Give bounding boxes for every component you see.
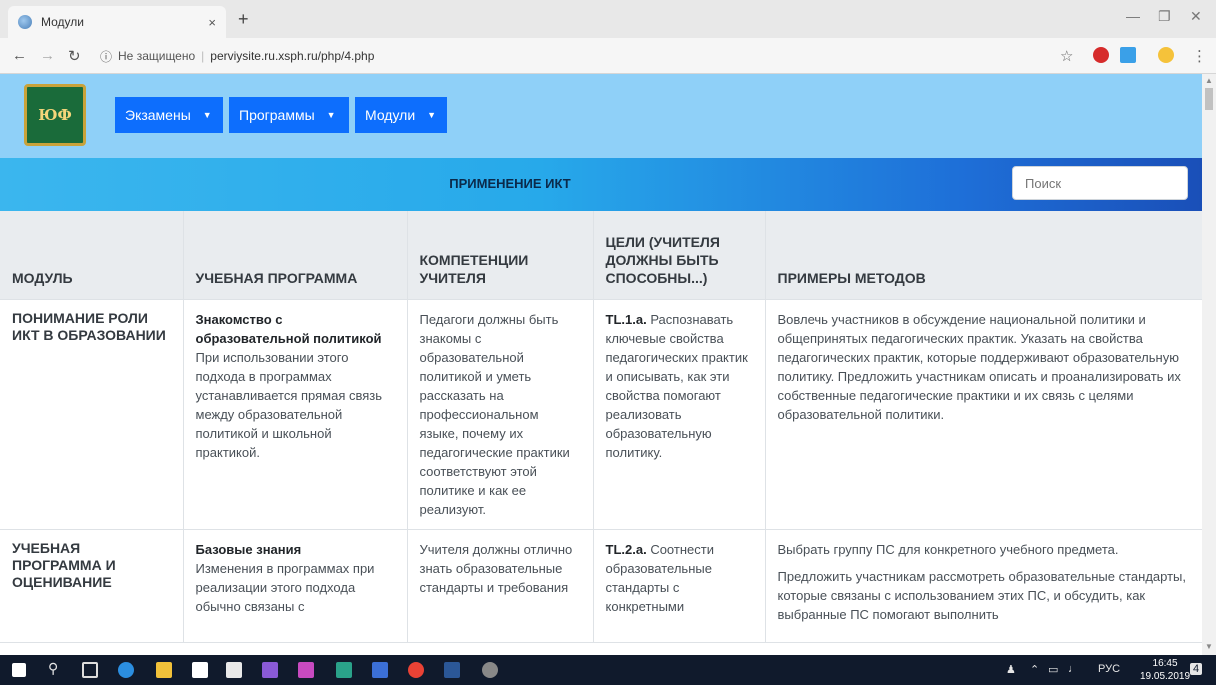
window-close-icon[interactable]: ✕ [1190,8,1202,25]
method-text: Выбрать группу ПС для конкретного учебно… [777,541,1119,557]
column-header: Учебная программа [183,211,408,300]
reload-icon[interactable]: ↻ [68,47,81,65]
security-label: Не защищено [118,49,196,63]
column-header: Примеры методов [765,211,1202,300]
menu-dots-icon[interactable]: ⋮ [1192,47,1207,65]
restore-icon[interactable]: ❐ [1158,8,1171,25]
scroll-up-icon[interactable]: ▲ [1205,76,1213,85]
menu-modules[interactable]: Модули ▼ [355,97,447,133]
logo-emblem[interactable]: ЮФ [24,84,86,146]
goal-code: TL.2.a. [605,541,647,557]
back-icon[interactable]: ← [12,47,27,64]
phpstorm-icon[interactable] [298,662,314,678]
notification-badge[interactable]: 4 [1190,663,1203,675]
page-title-bar: ПРИМЕНЕНИЕ ИКТ [0,158,1202,211]
clock-date: 19.05.2019 [1140,671,1191,682]
address-bar-row: ← → ↻ ⓘ Не защищено | perviysite.ru.xsph… [0,38,1216,74]
menu-programs[interactable]: Программы ▼ [229,97,349,133]
menu-programs-label: Программы [239,107,315,123]
method-text: Вовлечь участников в обсуждение национал… [777,311,1181,422]
windows-start-icon[interactable] [12,663,26,677]
volume-icon[interactable]: ♩ [1068,663,1079,675]
bookmark-star-icon[interactable]: ☆ [1060,47,1073,65]
program-text: Изменения в программах при реализации эт… [195,560,375,614]
language-indicator[interactable]: РУС [1098,663,1120,675]
tab-title: Модули [41,15,84,29]
chrome-icon[interactable] [408,662,424,678]
profile-avatar-icon[interactable] [1158,47,1174,63]
program-cell: Базовые знания Изменения в программах пр… [183,529,408,643]
caret-down-icon: ▼ [427,110,437,120]
competence-cell: Учителя должны отлично знать образовател… [407,529,594,643]
new-tab-button[interactable]: + [238,9,249,30]
os-taskbar: ⚲ ♟ ⌃ ▭ ♩ РУС 16:45 19.05.2019 4 [0,655,1216,685]
forward-icon[interactable]: → [40,47,55,64]
visual-studio-icon[interactable] [262,662,278,678]
search-input[interactable] [1012,166,1188,200]
menu-exams-label: Экзамены [125,107,191,123]
table-header-row: Модуль Учебная программа Компетенции учи… [0,211,1202,300]
column-header: Компетенции учителя [407,211,594,300]
table-row: Понимание роли ИКТ в образовании Знакомс… [0,299,1202,530]
app-icon[interactable] [336,662,352,678]
paint-icon[interactable] [482,662,498,678]
globe-icon [18,15,32,29]
word-icon[interactable] [444,662,460,678]
site-header: ЮФ Экзамены ▼ Программы ▼ Модули ▼ [0,74,1202,158]
search-icon[interactable]: ⚲ [48,660,58,677]
close-tab-icon[interactable]: × [208,15,216,30]
method-text: Предложить участникам рассмотреть образо… [777,568,1186,622]
task-view-icon[interactable] [82,662,98,678]
page-viewport: ЮФ Экзамены ▼ Программы ▼ Модули ▼ ПРИМЕ… [0,74,1202,655]
table-row: Учебная программа и оценивание Базовые з… [0,529,1202,643]
menu-exams[interactable]: Экзамены ▼ [115,97,223,133]
browser-tab-strip: Модули × + — ❐ ✕ [0,0,1216,38]
modules-table: Модуль Учебная программа Компетенции учи… [0,211,1202,643]
people-icon[interactable]: ♟ [1006,663,1016,676]
competence-cell: Педагоги должны быть знакомы с образоват… [407,299,594,530]
separator: | [201,49,205,63]
url-field[interactable]: ⓘ Не защищено | perviysite.ru.xsph.ru/ph… [100,44,1100,68]
page-title: ПРИМЕНЕНИЕ ИКТ [449,176,571,191]
methods-cell: Выбрать группу ПС для конкретного учебно… [765,529,1202,643]
tray-chevron-icon[interactable]: ⌃ [1030,663,1039,676]
browser-tab[interactable]: Модули × [8,6,226,38]
mail-icon[interactable] [192,662,208,678]
caret-down-icon: ▼ [202,110,212,120]
page-scrollbar[interactable]: ▲ ▼ [1202,74,1216,655]
app-icon[interactable] [372,662,388,678]
goal-cell: TL.1.a. Распознавать ключевые свойства п… [593,299,766,530]
network-icon[interactable]: ▭ [1048,663,1058,676]
clock-time: 16:45 [1152,658,1178,669]
program-cell: Знакомство с образовательной политикой П… [183,299,408,530]
store-icon[interactable] [226,662,242,678]
extension-play-icon[interactable] [1120,47,1136,63]
minimize-icon[interactable]: — [1126,8,1140,24]
caret-down-icon: ▼ [326,110,336,120]
adblock-icon[interactable] [1093,47,1109,63]
edge-browser-icon[interactable] [118,662,134,678]
goal-text: Распознавать ключевые свойства педагогич… [605,311,748,460]
goal-cell: TL.2.a. Соотнести образовательные станда… [593,529,766,643]
scroll-thumb[interactable] [1205,88,1213,110]
program-title: Знакомство с образовательной политикой [195,311,382,346]
column-header: Модуль [0,211,184,300]
program-title: Базовые знания [195,541,302,557]
module-cell: Учебная программа и оценивание [0,529,184,643]
menu-modules-label: Модули [365,107,416,123]
goal-code: TL.1.a. [605,311,647,327]
scroll-down-icon[interactable]: ▼ [1205,642,1213,651]
module-cell: Понимание роли ИКТ в образовании [0,299,184,530]
url-text: perviysite.ru.xsph.ru/php/4.php [210,49,375,63]
clock[interactable]: 16:45 19.05.2019 [1140,657,1190,683]
program-text: При использовании этого подхода в програ… [195,349,383,460]
info-icon[interactable]: ⓘ [100,48,112,65]
column-header: Цели (учителя должны быть способны...) [593,211,766,300]
file-explorer-icon[interactable] [156,662,172,678]
methods-cell: Вовлечь участников в обсуждение национал… [765,299,1202,530]
